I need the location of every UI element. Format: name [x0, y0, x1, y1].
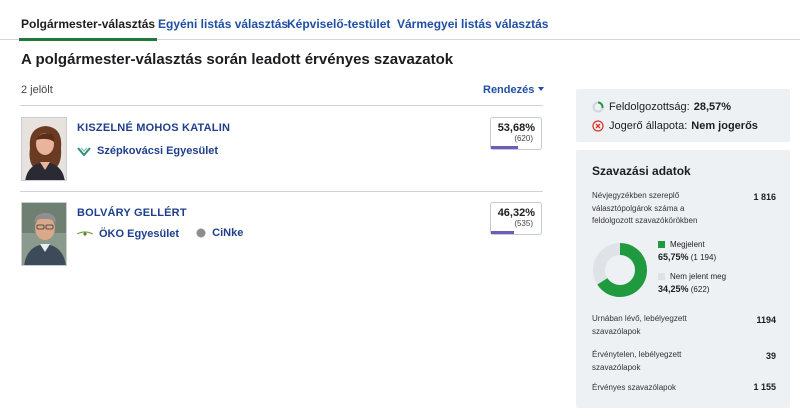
election-tabs: Polgármester-választás Egyéni listás vál…: [0, 0, 800, 41]
candidate-count: 2 jelölt: [21, 84, 53, 96]
szepkovacsi-logo-icon: [77, 147, 91, 156]
registered-voters-value: 1 816: [753, 192, 776, 202]
progress-ring-icon: [592, 101, 604, 113]
legal-label: Jogerő állapota:: [609, 120, 688, 132]
tab-individual-list-election[interactable]: Egyéni listás választás: [158, 17, 288, 31]
cinke-logo-icon: [196, 228, 206, 238]
portrait-image: [22, 203, 66, 265]
present-count: (1 194): [690, 253, 717, 262]
urn-ballots-value: 1194: [756, 315, 776, 325]
party-oko[interactable]: ÖKO Egyesület: [77, 228, 179, 240]
party-szepkovacsi[interactable]: Szépkovácsi Egyesület: [77, 145, 218, 157]
urn-ballots-label: Urnában lévő, lebélyegzett szavazólapok: [592, 314, 687, 336]
sort-label: Rendezés: [483, 84, 535, 96]
present-swatch: [658, 241, 665, 248]
portrait-image: [22, 118, 66, 180]
tab-county-list-election[interactable]: Vármegyei listás választás: [397, 17, 548, 31]
party-cinke[interactable]: CiNke: [196, 227, 243, 239]
candidate-photo: [21, 117, 67, 181]
valid-ballots-label: Érvényes szavazólapok: [592, 383, 677, 392]
chevron-down-icon: [538, 87, 545, 91]
absent-count: (622): [690, 285, 710, 294]
party-list: Szépkovácsi Egyesület: [77, 145, 232, 159]
vote-percent: 53,68%: [497, 122, 535, 134]
oko-logo-icon: [77, 231, 93, 236]
status-panel: Feldolgozottság: 28,57% Jogerő állapota:…: [576, 89, 790, 142]
processing-status: Feldolgozottság: 28,57%: [592, 101, 731, 113]
candidate-row: BOLVÁRY GELLÉRT ÖKO Egyesület CiNke 46,3…: [20, 202, 545, 276]
vote-result: 46,32% (535): [490, 202, 542, 235]
page-title: A polgármester-választás során leadott é…: [21, 51, 454, 68]
vote-share-bar: [491, 231, 515, 234]
sort-dropdown[interactable]: Rendezés: [483, 84, 545, 96]
tab-mayor-election[interactable]: Polgármester-választás: [18, 17, 158, 41]
party-name: ÖKO Egyesület: [99, 228, 180, 240]
absent-label: Nem jelent meg: [670, 272, 727, 281]
valid-ballots-value: 1 155: [753, 382, 776, 392]
present-legend: Megjelent 65,75% (1 194): [658, 239, 716, 264]
present-label: Megjelent: [670, 240, 705, 249]
vote-count: (620): [514, 134, 533, 143]
invalid-ballots-label: Érvénytelen, lebélyegzett szavazólapok: [592, 350, 682, 372]
candidate-name[interactable]: BOLVÁRY GELLÉRT: [77, 207, 187, 219]
absent-percent: 34,25%: [658, 284, 689, 294]
vote-share-bar: [491, 146, 518, 149]
absent-legend: Nem jelent meg 34,25% (622): [658, 271, 726, 296]
voting-data-title: Szavazási adatok: [592, 164, 691, 178]
candidate-photo: [21, 202, 67, 266]
vote-count: (535): [514, 219, 533, 228]
candidate-row: KISZELNÉ MOHOS KATALIN Szépkovácsi Egyes…: [20, 117, 545, 191]
turnout-donut-chart: [593, 243, 647, 297]
present-percent: 65,75%: [658, 252, 689, 262]
tab-representative-body[interactable]: Képviselő-testület: [287, 17, 390, 31]
invalid-ballots-value: 39: [765, 351, 776, 361]
candidate-name[interactable]: KISZELNÉ MOHOS KATALIN: [77, 122, 230, 134]
processing-label: Feldolgozottság:: [609, 101, 690, 113]
vote-result: 53,68% (620): [490, 117, 542, 150]
divider: [20, 191, 543, 192]
divider: [20, 105, 543, 106]
registered-voters-label: Névjegyzékben szereplő választópolgárok …: [592, 191, 698, 225]
voting-data-panel: Szavazási adatok Névjegyzékben szereplő …: [576, 150, 790, 408]
legal-value: Nem jogerős: [691, 120, 758, 132]
vote-percent: 46,32%: [497, 207, 535, 219]
party-name: Szépkovácsi Egyesület: [97, 145, 219, 157]
party-name: CiNke: [212, 227, 244, 239]
party-list: ÖKO Egyesület CiNke: [77, 227, 257, 241]
legal-status: Jogerő állapota: Nem jogerős: [592, 120, 758, 132]
error-circle-icon: [592, 120, 604, 132]
absent-swatch: [658, 273, 665, 280]
processing-value: 28,57%: [693, 101, 732, 113]
